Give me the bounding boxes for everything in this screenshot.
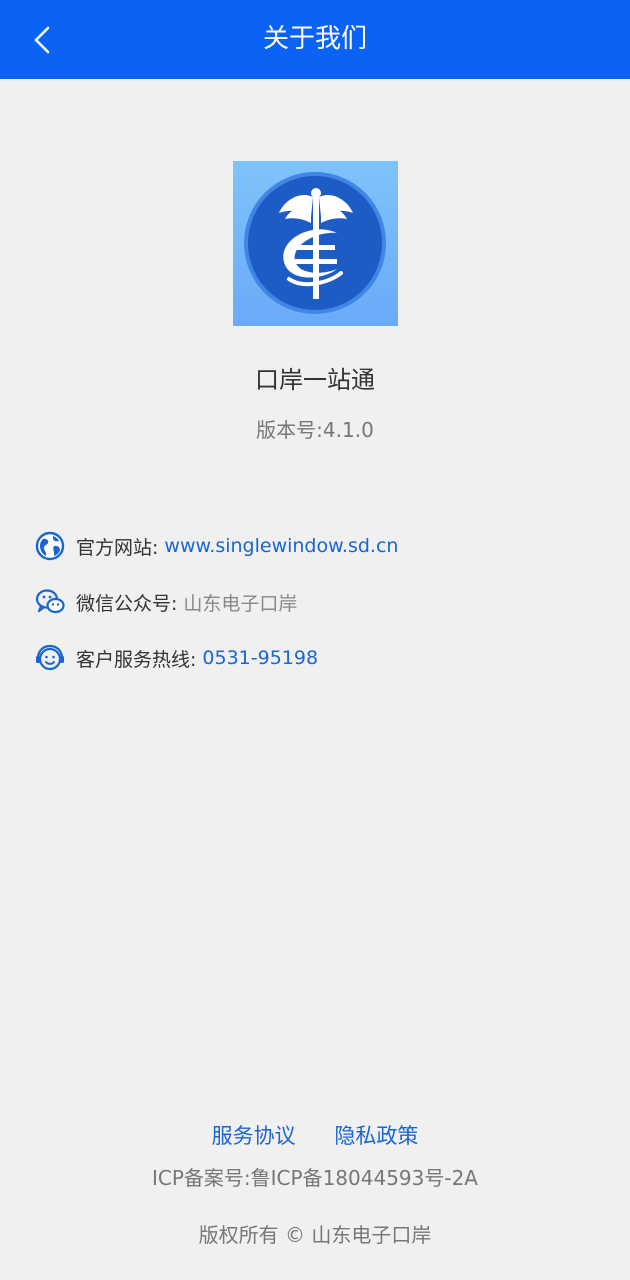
wechat-value: 山东电子口岸: [183, 592, 298, 615]
header-bar: 关于我们: [0, 0, 630, 79]
hotline-label: 客户服务热线:: [76, 648, 197, 671]
icp-record: ICP备案号:鲁ICP备18044593号-2A: [151, 1166, 478, 1190]
wechat-icon: [35, 589, 65, 614]
customer-service-icon: [36, 644, 64, 671]
page-title: 关于我们: [262, 24, 367, 54]
privacy-policy-link[interactable]: 隐私政策: [334, 1124, 418, 1148]
website-label: 官方网站:: [76, 536, 159, 559]
wechat-row: 微信公众号: 山东电子口岸: [34, 586, 297, 618]
wechat-label: 微信公众号:: [76, 592, 178, 615]
website-link[interactable]: www.singlewindow.sd.cn: [164, 535, 398, 557]
copyright: 版权所有 © 山东电子口岸: [198, 1223, 432, 1247]
app-version: 版本号:4.1.0: [256, 418, 374, 442]
app-logo: [233, 161, 398, 326]
globe-icon: [35, 531, 65, 561]
app-name: 口岸一站通: [255, 366, 375, 394]
service-agreement-link[interactable]: 服务协议: [212, 1124, 296, 1148]
hotline-row: 客户服务热线: 0531-95198: [34, 642, 318, 674]
hotline-link[interactable]: 0531-95198: [202, 647, 318, 669]
website-row: 官方网站: www.singlewindow.sd.cn: [34, 530, 398, 562]
footer-links: 服务协议 隐私政策: [0, 1120, 630, 1150]
